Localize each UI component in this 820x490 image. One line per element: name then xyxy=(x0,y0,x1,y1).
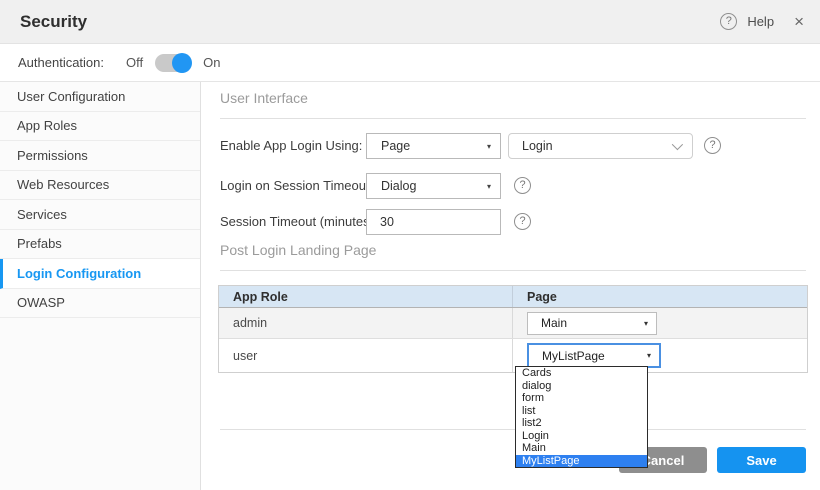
dropdown-option-main[interactable]: Main xyxy=(516,442,647,455)
dropdown-option-dialog[interactable]: dialog xyxy=(516,380,647,393)
toggle-off-label: Off xyxy=(126,55,143,70)
admin-page-value: Main xyxy=(528,316,567,330)
sidebar-item-web-resources[interactable]: Web Resources xyxy=(0,171,200,201)
dropdown-option-list[interactable]: list xyxy=(516,405,647,418)
caret-down-icon: ▾ xyxy=(647,351,651,360)
authentication-toggle[interactable] xyxy=(155,54,191,72)
dropdown-option-cards[interactable]: Cards xyxy=(516,367,647,380)
toggle-knob xyxy=(172,53,192,73)
post-login-table: App Role Page admin Main ▾ user MyListPa… xyxy=(218,285,808,373)
help-icon[interactable]: ? xyxy=(514,177,531,194)
session-timeout-input[interactable]: 30 xyxy=(366,209,501,235)
page-title: Security xyxy=(20,12,87,32)
title-bar: Security ? Help × xyxy=(0,0,820,44)
dropdown-option-login[interactable]: Login xyxy=(516,430,647,443)
security-dialog: Security ? Help × Authentication: Off On… xyxy=(0,0,820,490)
app-role-cell: admin xyxy=(219,308,513,338)
save-button[interactable]: Save xyxy=(717,447,806,473)
main-content: User Interface Enable App Login Using: P… xyxy=(201,82,820,490)
login-page-combobox[interactable]: Login xyxy=(508,133,693,159)
table-header-row: App Role Page xyxy=(219,286,807,308)
session-timeout-login-label: Login on Session Timeout: xyxy=(220,173,373,199)
dropdown-option-mylistpage[interactable]: MyListPage xyxy=(516,455,647,468)
post-login-section-title: Post Login Landing Page xyxy=(220,242,376,258)
sidebar-item-login-configuration[interactable]: Login Configuration xyxy=(0,259,200,289)
user-page-select[interactable]: MyListPage ▾ xyxy=(527,343,661,368)
app-role-cell: user xyxy=(219,339,513,372)
authentication-label: Authentication: xyxy=(18,55,104,70)
help-icon[interactable]: ? xyxy=(720,13,737,30)
user-interface-section-title: User Interface xyxy=(220,90,308,106)
dropdown-option-list2[interactable]: list2 xyxy=(516,417,647,430)
sidebar-item-user-configuration[interactable]: User Configuration xyxy=(0,82,200,112)
help-icon[interactable]: ? xyxy=(514,213,531,230)
section-divider xyxy=(220,118,806,119)
help-link[interactable]: Help xyxy=(747,14,774,29)
sidebar-item-app-roles[interactable]: App Roles xyxy=(0,112,200,142)
section-divider xyxy=(220,270,806,271)
table-row: admin Main ▾ xyxy=(219,308,807,339)
settings-sidebar: User Configuration App Roles Permissions… xyxy=(0,82,201,490)
user-page-value: MyListPage xyxy=(529,349,605,363)
login-mode-select[interactable]: Page ▾ xyxy=(366,133,501,159)
session-timeout-mode-select[interactable]: Dialog ▾ xyxy=(366,173,501,199)
session-timeout-minutes-label: Session Timeout (minutes): xyxy=(220,209,378,235)
column-header-app-role: App Role xyxy=(219,286,513,307)
sidebar-item-prefabs[interactable]: Prefabs xyxy=(0,230,200,260)
authentication-bar: Authentication: Off On xyxy=(0,44,820,82)
close-icon[interactable]: × xyxy=(794,12,804,32)
admin-page-select[interactable]: Main ▾ xyxy=(527,312,657,335)
page-cell: Main ▾ xyxy=(513,308,807,338)
session-timeout-mode-value: Dialog xyxy=(367,179,416,193)
table-row: user MyListPage ▾ xyxy=(219,339,807,372)
caret-down-icon: ▾ xyxy=(487,182,491,191)
caret-down-icon: ▾ xyxy=(487,142,491,151)
column-header-page: Page xyxy=(513,286,807,307)
login-page-value: Login xyxy=(509,139,553,153)
login-mode-value: Page xyxy=(367,139,410,153)
dropdown-option-form[interactable]: form xyxy=(516,392,647,405)
help-icon[interactable]: ? xyxy=(704,137,721,154)
sidebar-item-owasp[interactable]: OWASP xyxy=(0,289,200,319)
page-select-dropdown-list: Cards dialog form list list2 Login Main … xyxy=(515,366,648,468)
footer-divider xyxy=(220,429,806,430)
caret-down-icon: ▾ xyxy=(644,319,648,328)
enable-app-login-label: Enable App Login Using: xyxy=(220,133,362,159)
sidebar-item-services[interactable]: Services xyxy=(0,200,200,230)
sidebar-item-permissions[interactable]: Permissions xyxy=(0,141,200,171)
toggle-on-label: On xyxy=(203,55,220,70)
chevron-down-icon xyxy=(672,139,683,150)
